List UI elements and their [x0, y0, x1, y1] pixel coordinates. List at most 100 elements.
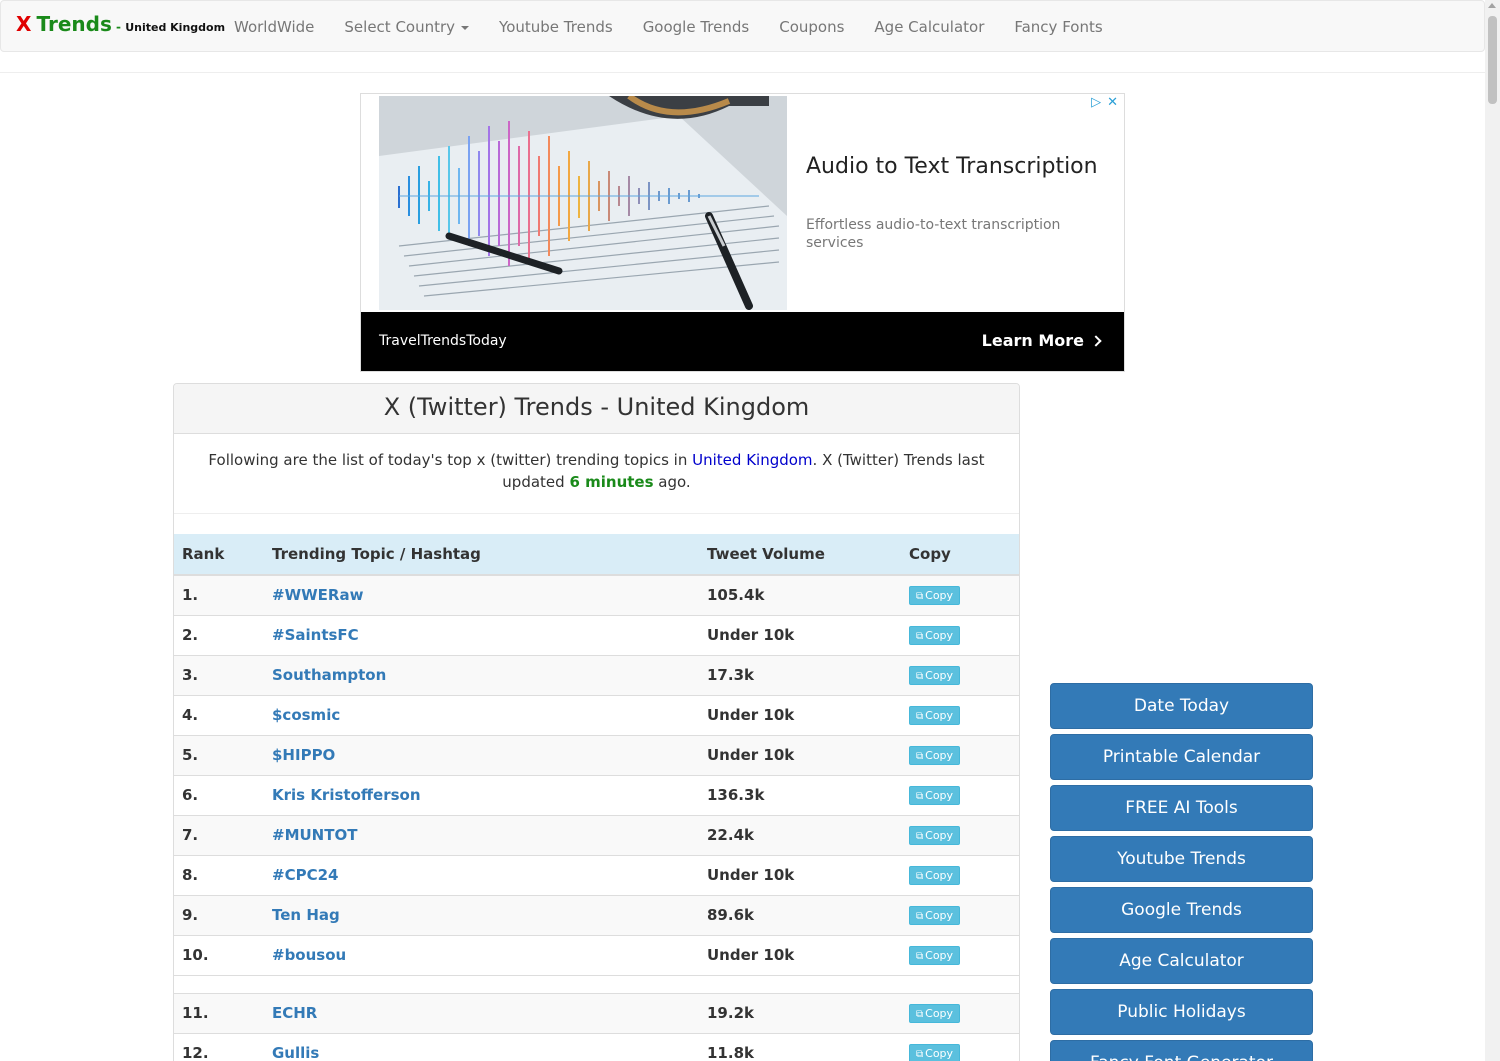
copy-button[interactable]: ⧉ Copy [909, 626, 961, 645]
copy-label: Copy [925, 709, 954, 722]
header-topic: Trending Topic / Hashtag [264, 534, 699, 576]
topic-link[interactable]: #CPC24 [272, 866, 338, 884]
table-row: 7. #MUNTOT 22.4k ⧉ Copy [174, 814, 1019, 855]
copy-button[interactable]: ⧉ Copy [909, 666, 961, 685]
table-row: 2. #SaintsFC Under 10k ⧉ Copy [174, 614, 1019, 655]
copy-button[interactable]: ⧉ Copy [909, 906, 961, 925]
ad-description: Effortless audio-to-text transcription s… [806, 217, 1061, 251]
nav-fancy-fonts[interactable]: Fancy Fonts [999, 1, 1117, 53]
topic-link[interactable]: Southampton [272, 666, 386, 684]
topic-link[interactable]: $HIPPO [272, 746, 335, 764]
topic-cell: #SaintsFC [264, 614, 699, 655]
nav-google-trends[interactable]: Google Trends [628, 1, 765, 53]
ad-advertiser: TravelTrendsToday [379, 333, 507, 349]
copy-label: Copy [925, 789, 954, 802]
brand-dash: - [111, 20, 126, 34]
copy-button[interactable]: ⧉ Copy [909, 866, 961, 885]
copy-label: Copy [925, 909, 954, 922]
copy-button[interactable]: ⧉ Copy [909, 826, 961, 845]
spacer-cell [174, 974, 1019, 993]
copy-button[interactable]: ⧉ Copy [909, 786, 961, 805]
divider [0, 72, 1485, 73]
brand-logo[interactable]: X Trends - United Kingdom [16, 12, 225, 36]
topic-cell: #CPC24 [264, 854, 699, 895]
nav-worldwide[interactable]: WorldWide [219, 1, 329, 53]
ad-learn-more-button[interactable]: Learn More [981, 331, 1102, 350]
copy-icon: ⧉ [916, 1009, 924, 1020]
volume-cell: 22.4k [699, 814, 901, 855]
side-printable-calendar-button[interactable]: Printable Calendar [1050, 734, 1313, 780]
copy-label: Copy [925, 829, 954, 842]
table-row: 11. ECHR 19.2k ⧉ Copy [174, 992, 1019, 1033]
copy-label: Copy [925, 669, 954, 682]
volume-cell: 89.6k [699, 894, 901, 935]
brand-country: United Kingdom [125, 21, 226, 34]
intro-country-link[interactable]: United Kingdom [692, 451, 812, 469]
table-row: 5. $HIPPO Under 10k ⧉ Copy [174, 734, 1019, 775]
rank-cell: 3. [174, 654, 264, 695]
copy-button[interactable]: ⧉ Copy [909, 1004, 961, 1023]
rank-cell: 5. [174, 734, 264, 775]
trends-table: Rank Trending Topic / Hashtag Tweet Volu… [174, 534, 1019, 1061]
topic-link[interactable]: #bousou [272, 946, 346, 964]
ad-image[interactable] [379, 96, 787, 310]
copy-button[interactable]: ⧉ Copy [909, 706, 961, 725]
table-row: 6. Kris Kristofferson 136.3k ⧉ Copy [174, 774, 1019, 815]
topic-link[interactable]: #SaintsFC [272, 626, 359, 644]
topic-link[interactable]: #WWERaw [272, 586, 363, 604]
ad-title[interactable]: Audio to Text Transcription [806, 154, 1098, 179]
close-icon[interactable]: ✕ [1107, 95, 1118, 110]
copy-button[interactable]: ⧉ Copy [909, 586, 961, 606]
volume-cell: 11.8k [699, 1032, 901, 1061]
page-title: X (Twitter) Trends - United Kingdom [383, 393, 810, 421]
topic-cell: Southampton [264, 654, 699, 695]
copy-button[interactable]: ⧉ Copy [909, 946, 961, 965]
ad-image-graphic [379, 96, 787, 310]
side-youtube-trends-button[interactable]: Youtube Trends [1050, 836, 1313, 882]
nav-coupons[interactable]: Coupons [764, 1, 859, 53]
copy-icon: ⧉ [916, 631, 924, 642]
scrollbar[interactable] [1485, 0, 1500, 1061]
copy-label: Copy [925, 1007, 954, 1020]
scroll-up-icon[interactable] [1488, 3, 1496, 8]
topic-link[interactable]: $cosmic [272, 706, 340, 724]
copy-cell: ⧉ Copy [901, 934, 1019, 975]
table-spacer-row [174, 974, 1019, 993]
topic-cell: #bousou [264, 934, 699, 975]
advertisement[interactable]: ▷ ✕ Audio to Text Transcription Effortle… [360, 93, 1125, 372]
ad-learn-more-label: Learn More [981, 331, 1084, 350]
topic-link[interactable]: Ten Hag [272, 906, 340, 924]
adchoices-icon[interactable]: ▷ [1091, 95, 1101, 110]
copy-icon: ⧉ [916, 1049, 924, 1061]
volume-cell: 19.2k [699, 992, 901, 1033]
nav-age-calculator[interactable]: Age Calculator [859, 1, 999, 53]
topic-link[interactable]: Gullis [272, 1044, 319, 1061]
topic-link[interactable]: ECHR [272, 1004, 317, 1022]
navbar: X Trends - United Kingdom WorldWide Sele… [0, 0, 1485, 52]
copy-label: Copy [925, 1047, 954, 1061]
copy-button[interactable]: ⧉ Copy [909, 746, 961, 765]
nav-select-country[interactable]: Select Country [329, 1, 484, 53]
ad-footer-bar[interactable]: TravelTrendsToday Learn More [361, 312, 1124, 371]
rank-cell: 2. [174, 614, 264, 655]
side-google-trends-button[interactable]: Google Trends [1050, 887, 1313, 933]
volume-cell: Under 10k [699, 694, 901, 735]
side-fancy-font-generator-button[interactable]: Fancy Font Generator [1050, 1040, 1313, 1061]
side-free-ai-tools-button[interactable]: FREE AI Tools [1050, 785, 1313, 831]
nav-select-country-label: Select Country [344, 18, 456, 36]
copy-button[interactable]: ⧉ Copy [909, 1044, 961, 1061]
copy-label: Copy [925, 949, 954, 962]
copy-cell: ⧉ Copy [901, 654, 1019, 695]
topic-link[interactable]: #MUNTOT [272, 826, 357, 844]
caret-down-icon [461, 25, 470, 30]
side-date-today-button[interactable]: Date Today [1050, 683, 1313, 729]
table-row: 9. Ten Hag 89.6k ⧉ Copy [174, 894, 1019, 935]
table-row: 12. Gullis 11.8k ⧉ Copy [174, 1032, 1019, 1061]
topic-link[interactable]: Kris Kristofferson [272, 786, 421, 804]
copy-label: Copy [925, 749, 954, 762]
nav-youtube-trends[interactable]: Youtube Trends [484, 1, 628, 53]
side-age-calculator-button[interactable]: Age Calculator [1050, 938, 1313, 984]
scroll-thumb[interactable] [1488, 16, 1497, 104]
table-row: 8. #CPC24 Under 10k ⧉ Copy [174, 854, 1019, 895]
side-public-holidays-button[interactable]: Public Holidays [1050, 989, 1313, 1035]
